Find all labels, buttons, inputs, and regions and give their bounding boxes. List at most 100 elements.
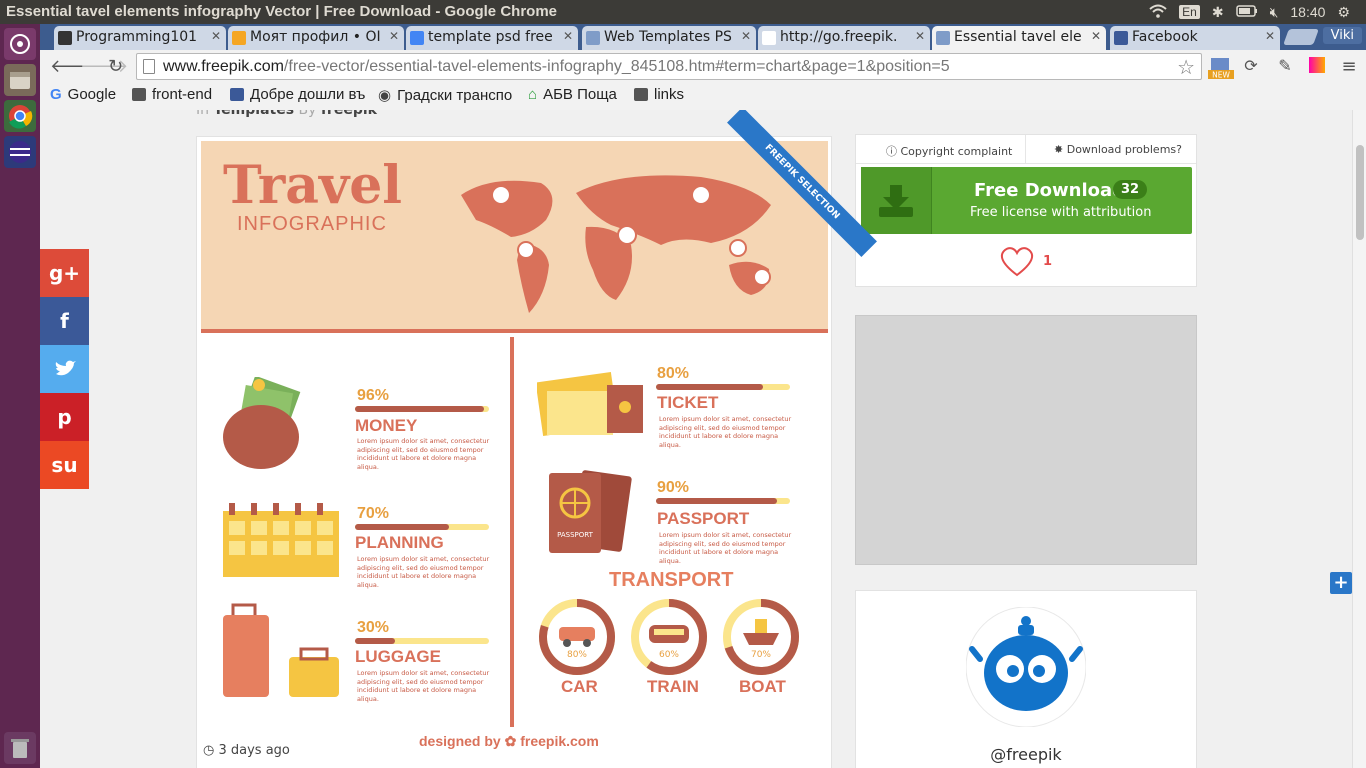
tab-olx-profile[interactable]: Моят профил • OI ✕ <box>228 26 404 50</box>
category-link[interactable]: Templates <box>213 110 294 118</box>
ticket-progress <box>656 384 790 390</box>
settings-gear-icon[interactable]: ⚙ <box>1337 4 1350 21</box>
bookmark-gradski-transport[interactable]: ◉ Градски транспо <box>378 86 512 105</box>
luggage-percent: 30% <box>357 619 390 636</box>
author-handle[interactable]: @freepik <box>856 745 1196 764</box>
alert-icon: ⓘ <box>886 145 897 158</box>
tab-label: Essential tavel ele <box>954 29 1082 45</box>
tab-template-psd-free[interactable]: template psd free ✕ <box>406 26 578 50</box>
volume-muted-icon[interactable]: 🔇︎ <box>1270 4 1279 21</box>
infographic-header: Travel INFOGRAPHIC <box>201 141 828 333</box>
extension-new-icon[interactable]: NEW <box>1208 56 1234 80</box>
folder-icon <box>132 88 146 101</box>
freepik-avatar[interactable] <box>966 607 1086 727</box>
keyboard-layout-indicator[interactable]: En <box>1179 5 1200 19</box>
reload-icon[interactable]: ↻ <box>108 56 123 77</box>
car-percent: 80% <box>567 650 587 660</box>
passport-progress <box>656 498 790 504</box>
close-icon[interactable]: ✕ <box>389 29 399 43</box>
battery-icon[interactable] <box>1235 4 1258 20</box>
download-problems-link[interactable]: ✸ Download problems? <box>1054 143 1182 156</box>
files-icon[interactable] <box>4 64 36 96</box>
download-count-badge: 32 <box>1113 180 1148 199</box>
tab-facebook[interactable]: Facebook ✕ <box>1110 26 1280 50</box>
transport-boat: 70% BOAT <box>721 597 801 696</box>
wifi-icon[interactable] <box>1149 4 1167 21</box>
stumbleupon-share-button[interactable]: su <box>40 441 89 489</box>
eyedropper-icon[interactable]: ✎ <box>1274 56 1296 78</box>
bluetooth-icon[interactable]: ✱ <box>1212 4 1224 21</box>
tab-essential-travel[interactable]: Essential tavel ele ✕ <box>932 26 1106 50</box>
car-label: CAR <box>561 677 598 696</box>
clock[interactable]: 18:40 <box>1290 4 1325 20</box>
luggage-illustration <box>223 603 339 697</box>
bug-icon: ✸ <box>1054 143 1064 156</box>
license-text: Free license with attribution <box>970 205 1152 220</box>
planning-progress <box>355 524 489 530</box>
bookmark-front-end[interactable]: front-end <box>132 86 212 103</box>
share-sidebar: g+ f p su <box>40 249 89 489</box>
transport-car: 80% CAR <box>537 597 617 696</box>
eclipse-icon[interactable] <box>4 136 36 168</box>
page-scrollbar[interactable] <box>1352 110 1366 768</box>
tab-go-freepik[interactable]: http://go.freepik. ✕ <box>758 26 930 50</box>
profile-name[interactable]: Viki <box>1322 27 1362 44</box>
travel-infographic-preview[interactable]: Travel INFOGRAPHIC 96% MONEY Lorem ipsum… <box>201 141 828 761</box>
color-extension-icon[interactable] <box>1306 56 1328 78</box>
bookmark-google[interactable]: G Google <box>50 86 116 103</box>
like-button[interactable]: 1 <box>999 245 1052 277</box>
infographic-title: Travel <box>223 155 403 216</box>
twitter-icon <box>55 360 76 376</box>
close-icon[interactable]: ✕ <box>211 29 221 43</box>
bookmark-star-icon[interactable]: ☆ <box>1177 55 1195 79</box>
preview-card: Travel INFOGRAPHIC 96% MONEY Lorem ipsum… <box>196 110 877 768</box>
pinterest-share-button[interactable]: p <box>40 393 89 441</box>
money-wallet-illustration <box>223 377 301 469</box>
bus-icon: ◉ <box>378 87 392 104</box>
tab-label: Моят профил • OI <box>250 29 381 45</box>
planning-label: PLANNING <box>355 533 444 552</box>
sync-icon[interactable]: ⟳ <box>1240 56 1262 78</box>
chrome-icon[interactable] <box>4 100 36 132</box>
tab-web-templates[interactable]: Web Templates PS ✕ <box>582 26 756 50</box>
url-path: /free-vector/essential-tavel-elements-in… <box>283 58 950 75</box>
money-description: Lorem ipsum dolor sit amet, consectetur … <box>357 437 490 471</box>
planning-calendar-illustration <box>223 503 339 577</box>
trash-icon[interactable] <box>4 732 36 764</box>
system-tray: En ✱ 🔇︎ 18:40 ⚙ <box>1149 0 1366 24</box>
bookmark-abv-mail[interactable]: ⌂ АБВ Поща <box>528 86 617 103</box>
os-top-bar: Essential tavel elements infography Vect… <box>0 0 1366 24</box>
add-to-collection-button[interactable]: + <box>1330 572 1352 594</box>
download-label: Free Download <box>974 180 1126 201</box>
menu-icon[interactable]: ≡ <box>1338 56 1360 78</box>
tab-label: http://go.freepik. <box>780 29 898 45</box>
scrollbar-thumb[interactable] <box>1356 145 1364 240</box>
bookmark-dobre-doshli[interactable]: Добре дошли въ <box>230 86 365 103</box>
tab-programming101[interactable]: Programming101 ✕ <box>54 26 226 50</box>
tab-label: Web Templates PS <box>604 29 732 45</box>
close-icon[interactable]: ✕ <box>563 29 573 43</box>
close-icon[interactable]: ✕ <box>1091 29 1101 43</box>
window-title: Essential tavel elements infography Vect… <box>6 3 557 20</box>
page-info-icon[interactable] <box>143 59 155 74</box>
twitter-share-button[interactable] <box>40 345 89 393</box>
free-download-button[interactable]: Free Download 32 Free license with attri… <box>861 167 1192 234</box>
close-icon[interactable]: ✕ <box>741 29 751 43</box>
google-plus-icon: g+ <box>48 261 81 285</box>
close-icon[interactable]: ✕ <box>1265 29 1275 43</box>
train-percent: 60% <box>659 650 679 660</box>
clock-icon: ◷ <box>203 743 215 758</box>
dash-icon[interactable] <box>4 28 36 60</box>
copyright-complaint-link[interactable]: ⓘ Copyright complaint <box>886 143 1012 159</box>
browser-chrome: Programming101 ✕ Моят профил • OI ✕ temp… <box>40 24 1366 110</box>
freepik-logo-icon: ✿ <box>504 733 517 749</box>
facebook-share-button[interactable]: f <box>40 297 89 345</box>
google-plus-share-button[interactable]: g+ <box>40 249 89 297</box>
author-link[interactable]: freepik <box>321 110 377 118</box>
address-bar[interactable]: www.freepik.com/free-vector/essential-ta… <box>136 53 1202 80</box>
extension-badge: NEW <box>1212 71 1230 80</box>
close-icon[interactable]: ✕ <box>915 29 925 43</box>
boat-label: BOAT <box>739 677 786 696</box>
bookmark-links[interactable]: links <box>634 86 684 103</box>
new-tab-button[interactable] <box>1283 29 1319 45</box>
